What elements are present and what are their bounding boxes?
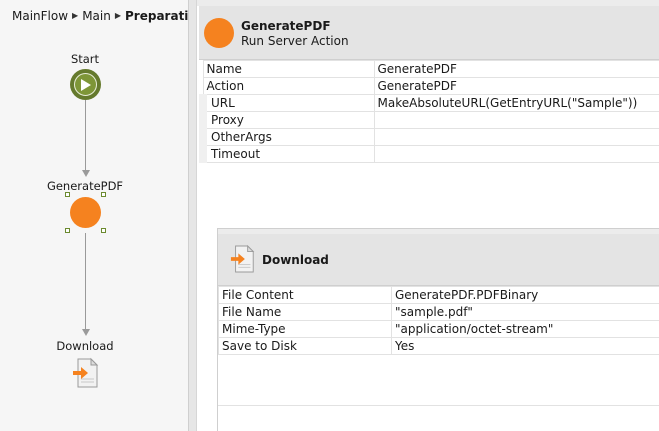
property-key: File Name [218, 303, 392, 321]
property-key: Mime-Type [218, 320, 392, 338]
action-properties-table: Name GeneratePDF Action GeneratePDF URL … [199, 60, 659, 163]
property-key: OtherArgs [199, 128, 375, 146]
resize-handle[interactable] [65, 192, 70, 197]
download-node[interactable] [72, 357, 100, 392]
breadcrumb: MainFlow ▶ Main ▶ Preparation [0, 0, 205, 31]
flow-canvas[interactable]: MainFlow ▶ Main ▶ Preparation Start Gene… [0, 0, 205, 431]
property-value[interactable] [373, 128, 659, 146]
property-key: Action [202, 77, 375, 95]
property-key: Save to Disk [218, 337, 392, 355]
action-panel-header: GeneratePDF Run Server Action [199, 6, 659, 60]
flow-connector[interactable] [85, 233, 86, 331]
properties-area: GeneratePDF Run Server Action Name Gener… [197, 0, 659, 431]
property-value[interactable] [373, 111, 659, 129]
property-row[interactable]: URL MakeAbsoluteURL(GetEntryURL("Sample"… [199, 94, 659, 112]
property-row[interactable]: File Content GeneratePDF.PDFBinary [218, 286, 659, 304]
property-key: URL [199, 94, 375, 112]
property-value[interactable]: "sample.pdf" [391, 303, 659, 321]
property-key: File Content [218, 286, 392, 304]
panel-splitter[interactable] [188, 0, 197, 431]
action-panel-title: GeneratePDF [241, 19, 331, 33]
action-panel-subtitle: Run Server Action [241, 34, 349, 48]
chevron-right-icon: ▶ [114, 11, 122, 20]
arrow-down-icon [82, 329, 90, 336]
server-action-icon [204, 18, 234, 48]
chevron-right-icon: ▶ [72, 11, 79, 20]
property-value[interactable]: "application/octet-stream" [391, 320, 659, 338]
property-key: Name [202, 60, 375, 78]
property-value[interactable]: Yes [391, 337, 659, 355]
download-node-label: Download [56, 339, 114, 353]
property-value[interactable]: GeneratePDF.PDFBinary [391, 286, 659, 304]
property-value[interactable]: GeneratePDF [373, 60, 659, 78]
property-row[interactable]: Name GeneratePDF [202, 60, 659, 78]
breadcrumb-item-mainflow[interactable]: MainFlow [12, 9, 68, 23]
resize-handle[interactable] [101, 192, 106, 197]
property-row[interactable]: Proxy [199, 111, 659, 129]
download-panel-title: Download [262, 253, 329, 267]
breadcrumb-item-main[interactable]: Main [82, 9, 111, 23]
resize-handle[interactable] [101, 228, 106, 233]
property-row[interactable]: Action GeneratePDF [202, 77, 659, 95]
start-node-label: Start [70, 52, 100, 66]
property-row[interactable]: Timeout [199, 145, 659, 163]
download-panel: Download File Content GeneratePDF.PDFBin… [217, 228, 659, 431]
download-properties-table: File Content GeneratePDF.PDFBinary File … [218, 286, 659, 355]
server-action-node[interactable] [70, 197, 101, 228]
action-node-label: GeneratePDF [46, 179, 124, 193]
property-row[interactable]: Save to Disk Yes [218, 337, 659, 355]
divider [218, 405, 659, 406]
property-row[interactable]: OtherArgs [199, 128, 659, 146]
property-key: Timeout [199, 145, 375, 163]
property-value[interactable]: MakeAbsoluteURL(GetEntryURL("Sample")) [373, 94, 659, 112]
arrow-down-icon [82, 170, 90, 177]
property-value[interactable] [373, 145, 659, 163]
download-panel-header: Download [218, 234, 659, 286]
property-value[interactable]: GeneratePDF [373, 77, 659, 95]
download-icon [73, 357, 99, 388]
play-icon [74, 73, 97, 96]
download-icon [230, 244, 255, 273]
property-key: Proxy [199, 111, 375, 129]
flow-connector[interactable] [85, 100, 86, 172]
property-row[interactable]: Mime-Type "application/octet-stream" [218, 320, 659, 338]
start-node[interactable] [70, 69, 101, 100]
resize-handle[interactable] [65, 228, 70, 233]
property-row[interactable]: File Name "sample.pdf" [218, 303, 659, 321]
